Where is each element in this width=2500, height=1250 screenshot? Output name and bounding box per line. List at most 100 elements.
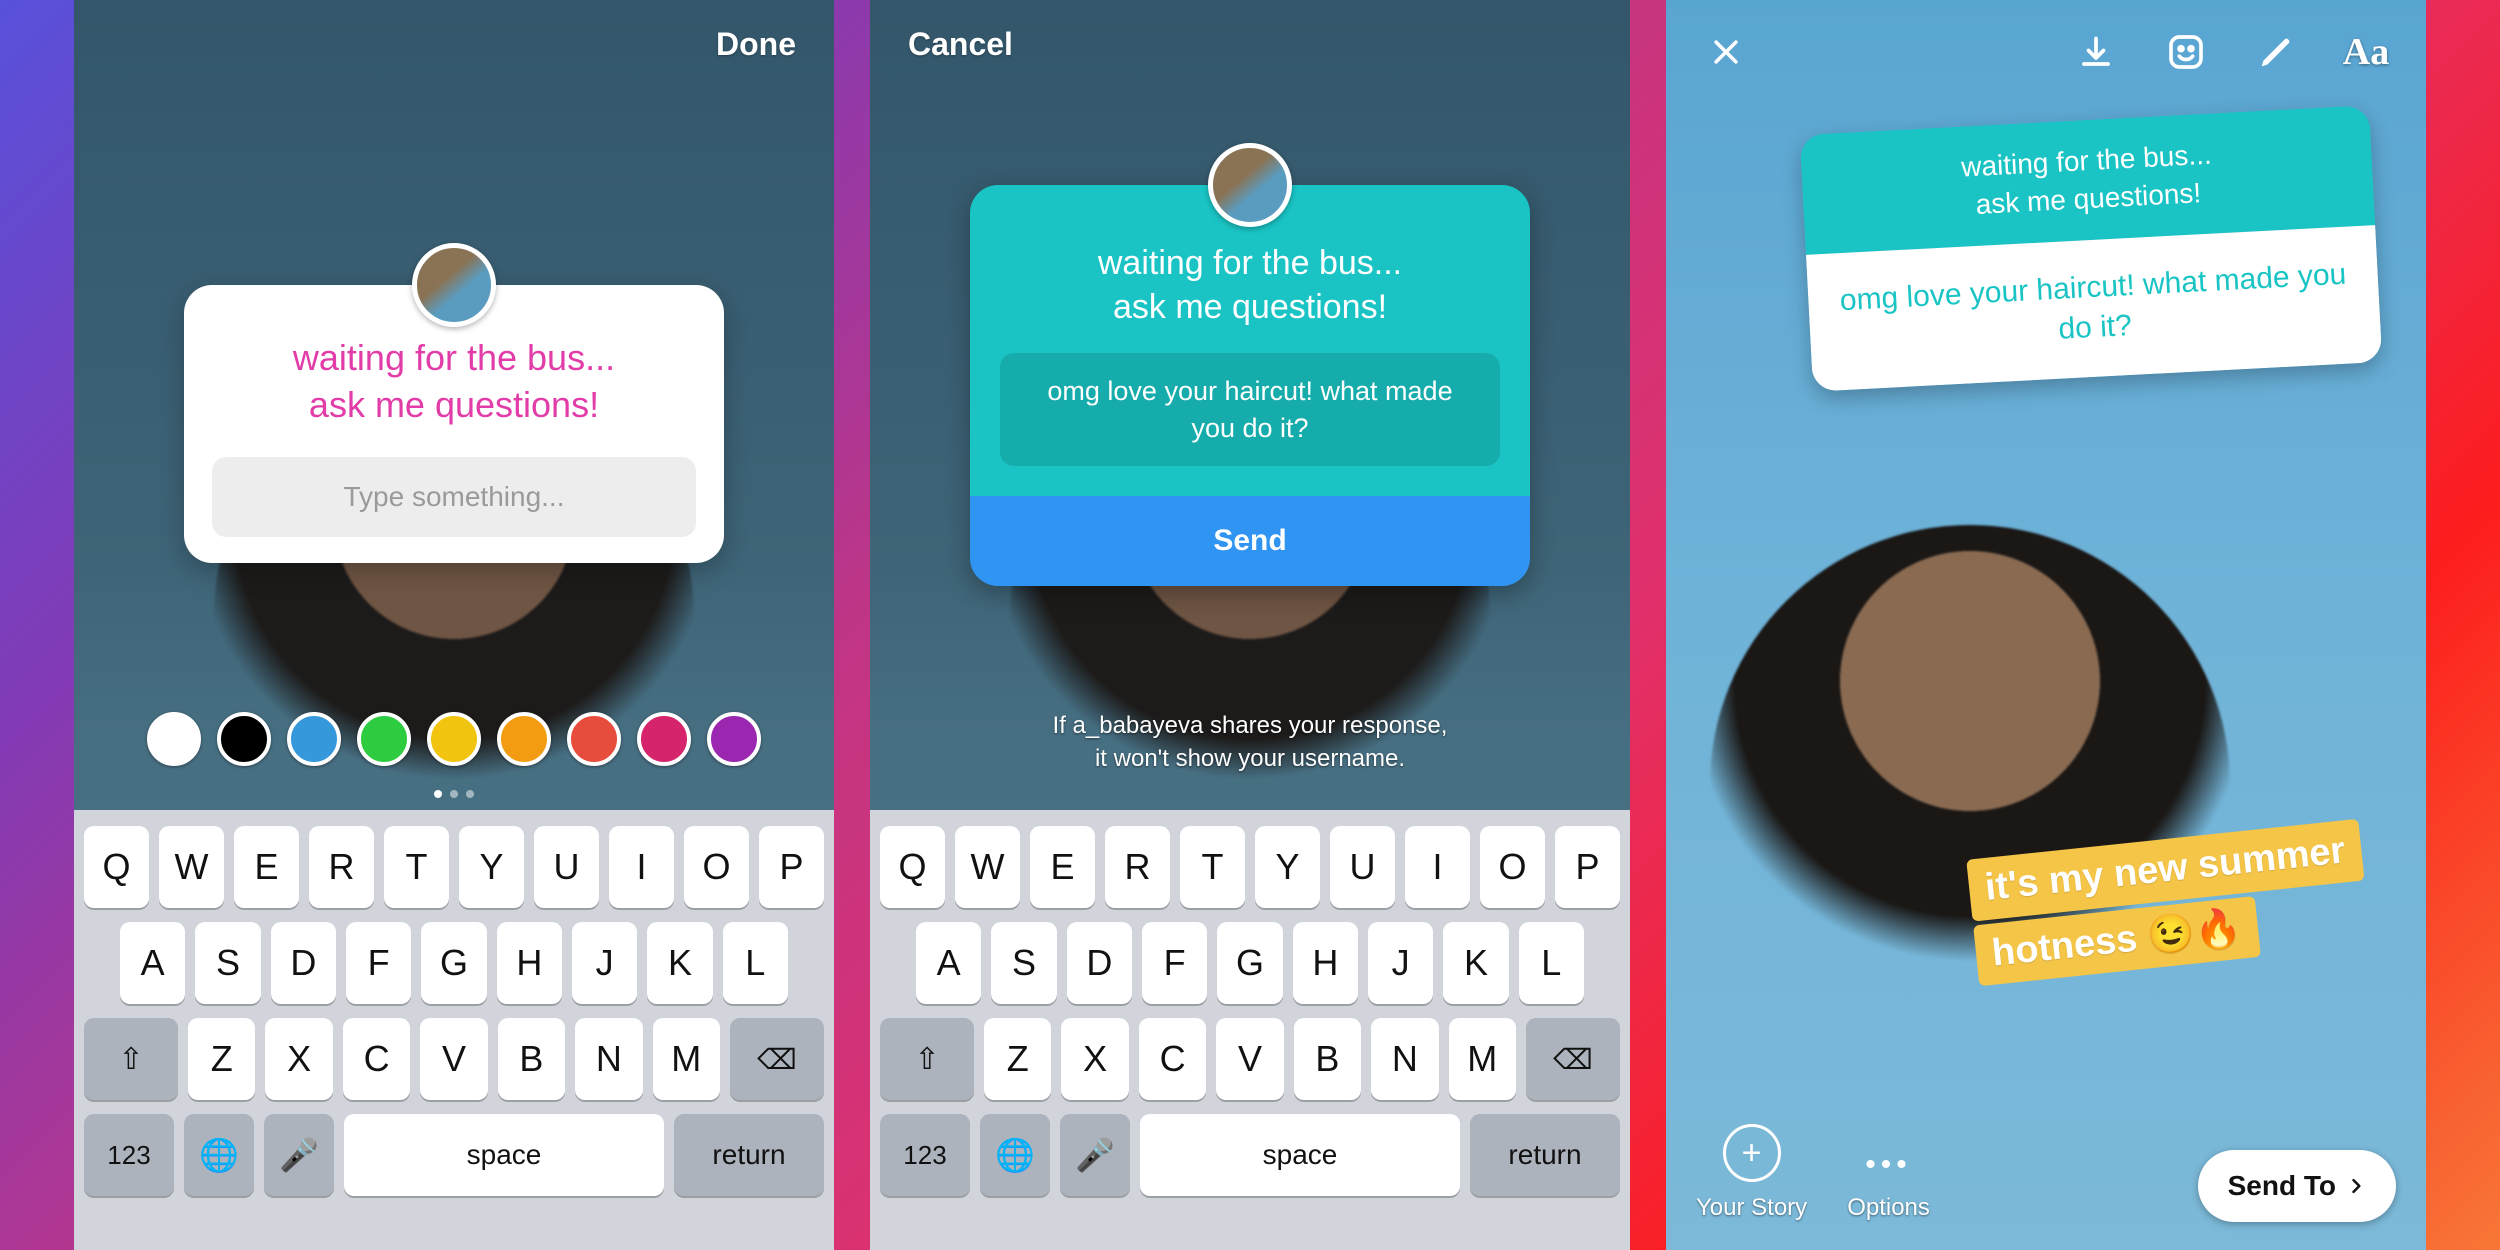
key-w[interactable]: W <box>955 826 1020 908</box>
key-n[interactable]: N <box>575 1018 642 1100</box>
color-swatch[interactable] <box>707 712 761 766</box>
key-a[interactable]: A <box>120 922 185 1004</box>
key-v[interactable]: V <box>1216 1018 1283 1100</box>
key-g[interactable]: G <box>1217 922 1282 1004</box>
chevron-right-icon <box>2346 1176 2366 1196</box>
return-key[interactable]: return <box>1470 1114 1620 1196</box>
key-r[interactable]: R <box>309 826 374 908</box>
key-y[interactable]: Y <box>459 826 524 908</box>
key-m[interactable]: M <box>1449 1018 1516 1100</box>
color-swatch[interactable] <box>357 712 411 766</box>
key-p[interactable]: P <box>759 826 824 908</box>
numbers-key[interactable]: 123 <box>880 1114 970 1196</box>
globe-key[interactable]: 🌐 <box>184 1114 254 1196</box>
key-j[interactable]: J <box>572 922 637 1004</box>
key-c[interactable]: C <box>1139 1018 1206 1100</box>
color-swatch[interactable] <box>147 712 201 766</box>
shift-key[interactable]: ⇧ <box>880 1018 974 1100</box>
numbers-key[interactable]: 123 <box>84 1114 174 1196</box>
text-icon[interactable]: Aa <box>2340 26 2392 78</box>
draw-icon[interactable] <box>2250 26 2302 78</box>
key-z[interactable]: Z <box>984 1018 1051 1100</box>
color-swatch[interactable] <box>567 712 621 766</box>
key-l[interactable]: L <box>1519 922 1584 1004</box>
key-e[interactable]: E <box>234 826 299 908</box>
story-editor-toolbar: Aa <box>1666 26 2426 78</box>
key-e[interactable]: E <box>1030 826 1095 908</box>
key-q[interactable]: Q <box>880 826 945 908</box>
done-button[interactable]: Done <box>716 26 796 63</box>
key-w[interactable]: W <box>159 826 224 908</box>
key-a[interactable]: A <box>916 922 981 1004</box>
key-h[interactable]: H <box>1293 922 1358 1004</box>
color-swatch[interactable] <box>637 712 691 766</box>
backspace-key[interactable]: ⌫ <box>1526 1018 1620 1100</box>
key-t[interactable]: T <box>384 826 449 908</box>
key-u[interactable]: U <box>534 826 599 908</box>
space-key[interactable]: space <box>1140 1114 1460 1196</box>
avatar <box>412 243 496 327</box>
key-f[interactable]: F <box>1142 922 1207 1004</box>
key-z[interactable]: Z <box>188 1018 255 1100</box>
color-swatch[interactable] <box>497 712 551 766</box>
ios-keyboard[interactable]: QWERTYUIOP ASDFGHJKL ⇧ZXCVBNM⌫ 123🌐🎤spacere… <box>74 810 834 1250</box>
globe-key[interactable]: 🌐 <box>980 1114 1050 1196</box>
key-x[interactable]: X <box>265 1018 332 1100</box>
key-o[interactable]: O <box>684 826 749 908</box>
key-o[interactable]: O <box>1480 826 1545 908</box>
answer-input[interactable]: omg love your haircut! what made you do … <box>1000 353 1500 466</box>
key-v[interactable]: V <box>420 1018 487 1100</box>
key-f[interactable]: F <box>346 922 411 1004</box>
save-icon[interactable] <box>2070 26 2122 78</box>
send-to-label: Send To <box>2228 1170 2336 1202</box>
send-to-button[interactable]: Send To <box>2198 1150 2396 1222</box>
key-p[interactable]: P <box>1555 826 1620 908</box>
key-i[interactable]: I <box>1405 826 1470 908</box>
key-k[interactable]: K <box>647 922 712 1004</box>
question-response-sticker[interactable]: waiting for the bus... ask me questions!… <box>1800 105 2383 391</box>
key-s[interactable]: S <box>195 922 260 1004</box>
key-s[interactable]: S <box>991 922 1056 1004</box>
key-t[interactable]: T <box>1180 826 1245 908</box>
key-d[interactable]: D <box>271 922 336 1004</box>
shift-key[interactable]: ⇧ <box>84 1018 178 1100</box>
key-g[interactable]: G <box>421 922 486 1004</box>
question-answer-card: waiting for the bus... ask me questions!… <box>970 185 1530 586</box>
options-button[interactable]: ••• Options <box>1847 1136 1930 1222</box>
key-n[interactable]: N <box>1371 1018 1438 1100</box>
question-sticker-editor[interactable]: waiting for the bus... ask me questions!… <box>184 285 724 563</box>
key-j[interactable]: J <box>1368 922 1433 1004</box>
swatch-pager <box>74 790 834 798</box>
key-u[interactable]: U <box>1330 826 1395 908</box>
ios-keyboard[interactable]: QWERTYUIOP ASDFGHJKL ⇧ZXCVBNM⌫ 123🌐🎤spacere… <box>870 810 1630 1250</box>
key-d[interactable]: D <box>1067 922 1132 1004</box>
close-icon[interactable] <box>1700 26 1752 78</box>
key-c[interactable]: C <box>343 1018 410 1100</box>
question-prompt-text[interactable]: waiting for the bus... ask me questions! <box>212 335 696 429</box>
key-i[interactable]: I <box>609 826 674 908</box>
color-swatch[interactable] <box>217 712 271 766</box>
key-q[interactable]: Q <box>84 826 149 908</box>
key-l[interactable]: L <box>723 922 788 1004</box>
mic-key[interactable]: 🎤 <box>1060 1114 1130 1196</box>
key-m[interactable]: M <box>653 1018 720 1100</box>
key-r[interactable]: R <box>1105 826 1170 908</box>
key-b[interactable]: B <box>1294 1018 1361 1100</box>
key-x[interactable]: X <box>1061 1018 1128 1100</box>
key-b[interactable]: B <box>498 1018 565 1100</box>
color-swatch[interactable] <box>427 712 481 766</box>
key-y[interactable]: Y <box>1255 826 1320 908</box>
mic-key[interactable]: 🎤 <box>264 1114 334 1196</box>
screen-create-question: Done waiting for the bus... ask me quest… <box>74 0 834 1250</box>
key-k[interactable]: K <box>1443 922 1508 1004</box>
sticker-icon[interactable] <box>2160 26 2212 78</box>
your-story-button[interactable]: + Your Story <box>1696 1124 1807 1222</box>
cancel-button[interactable]: Cancel <box>908 26 1013 63</box>
options-label: Options <box>1847 1194 1930 1222</box>
send-button[interactable]: Send <box>970 496 1530 586</box>
backspace-key[interactable]: ⌫ <box>730 1018 824 1100</box>
return-key[interactable]: return <box>674 1114 824 1196</box>
key-h[interactable]: H <box>497 922 562 1004</box>
color-swatch[interactable] <box>287 712 341 766</box>
space-key[interactable]: space <box>344 1114 664 1196</box>
